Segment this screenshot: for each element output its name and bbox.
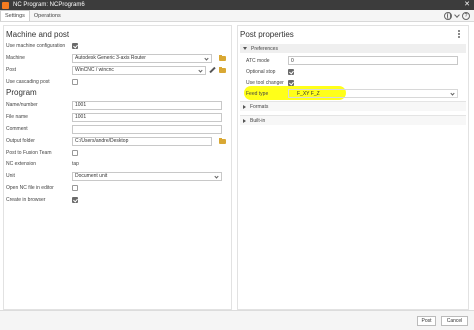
tab-operations[interactable]: Operations (30, 10, 65, 21)
output-folder-input[interactable]: C:/Users/andre/Desktop (72, 136, 212, 146)
machine-select[interactable]: Autodesk Generic 3-axis Router (72, 53, 212, 63)
formats-label: Formats (250, 103, 269, 110)
optional-stop-row: Optional stop (246, 67, 462, 76)
chevron-down-icon[interactable] (454, 11, 460, 18)
file-name-input[interactable]: 1001 (72, 112, 222, 122)
file-name-label: File name (6, 114, 28, 120)
open-nc-editor-row: Open NC file in editor (6, 183, 230, 193)
close-icon[interactable]: ✕ (464, 0, 470, 10)
tab-bar-tools: ? (444, 10, 470, 21)
preferences-group-header[interactable]: Preferences (240, 44, 466, 53)
machine-label: Machine (6, 55, 25, 61)
expand-down-icon (243, 47, 247, 50)
post-select[interactable]: WinCNC / wincnc (72, 65, 206, 75)
nc-extension-row: NC extension tap (6, 159, 230, 169)
use-machine-config-row: Use machine configuration (6, 41, 230, 51)
use-tool-changer-checkbox[interactable] (288, 79, 294, 86)
dialog-footer: Post Cancel (0, 310, 474, 330)
use-machine-config-checkbox[interactable] (72, 43, 78, 49)
title-bar: NC Program: NCProgram6 ✕ (0, 0, 474, 10)
name-number-row: Name/number 1001 (6, 100, 230, 110)
post-properties-panel: Post properties Preferences ATC mode 0 O… (237, 25, 469, 310)
expand-right-icon (243, 118, 246, 123)
folder-icon[interactable] (219, 66, 226, 73)
atc-mode-row: ATC mode 0 (246, 56, 462, 65)
globe-icon[interactable] (444, 11, 452, 20)
folder-icon[interactable] (219, 137, 226, 144)
help-icon[interactable]: ? (462, 11, 470, 20)
fusion-logo-icon (2, 1, 9, 9)
post-properties-heading: Post properties (240, 30, 294, 39)
machine-row: Machine Autodesk Generic 3-axis Router (6, 53, 230, 63)
unit-row: Unit Document unit (6, 171, 230, 181)
atc-mode-input[interactable]: 0 (288, 56, 458, 65)
use-cascading-post-label: Use cascading post (6, 79, 50, 85)
builtin-label: Built-in (250, 117, 266, 124)
post-row: Post WinCNC / wincnc (6, 65, 230, 75)
window-title: NC Program: NCProgram6 (13, 2, 85, 8)
name-number-label: Name/number (6, 102, 38, 108)
comment-input[interactable] (72, 124, 222, 134)
name-number-input[interactable]: 1001 (72, 100, 222, 110)
output-folder-row: Output folder C:/Users/andre/Desktop (6, 136, 230, 146)
nc-extension-label: NC extension (6, 161, 37, 167)
use-cascading-post-checkbox[interactable] (72, 79, 78, 85)
formats-group-header[interactable]: Formats (240, 101, 466, 111)
machine-and-post-heading: Machine and post (6, 30, 70, 39)
post-button[interactable]: Post (417, 316, 436, 326)
comment-row: Comment (6, 124, 230, 134)
feed-type-value: F_XY F_Z (297, 90, 320, 97)
create-browser-row: Create in browser (6, 195, 230, 205)
atc-mode-label: ATC mode (246, 57, 270, 64)
folder-icon[interactable] (219, 54, 226, 61)
preferences-label: Preferences (251, 45, 278, 52)
create-browser-label: Create in browser (6, 197, 46, 203)
post-label: Post (6, 67, 17, 73)
unit-label: Unit (6, 173, 15, 179)
feed-type-label: Feed type (246, 90, 269, 97)
open-nc-editor-label: Open NC file in editor (6, 185, 54, 191)
use-tool-changer-label: Use tool changer (246, 79, 284, 86)
unit-select[interactable]: Document unit (72, 171, 222, 181)
tab-settings[interactable]: Settings (0, 10, 30, 21)
file-name-row: File name 1001 (6, 112, 230, 122)
feed-type-row: Feed type F_XY F_Z (246, 89, 462, 98)
create-browser-checkbox[interactable] (72, 197, 78, 203)
optional-stop-label: Optional stop (246, 68, 276, 75)
program-heading: Program (6, 88, 37, 97)
settings-panel: Machine and post Use machine configurati… (3, 25, 232, 310)
use-cascading-post-row: Use cascading post (6, 77, 230, 87)
comment-label: Comment (6, 126, 28, 132)
post-fusion-team-row: Post to Fusion Team (6, 148, 230, 158)
feed-type-select[interactable]: F_XY F_Z (288, 89, 458, 98)
more-options-icon[interactable] (458, 30, 460, 38)
open-nc-editor-checkbox[interactable] (72, 185, 78, 191)
builtin-group-header[interactable]: Built-in (240, 115, 466, 125)
nc-extension-value: tap (72, 161, 79, 167)
pencil-icon[interactable] (209, 66, 216, 74)
optional-stop-checkbox[interactable] (288, 68, 294, 75)
post-fusion-team-label: Post to Fusion Team (6, 150, 52, 156)
tab-bar: Settings Operations ? (0, 10, 474, 22)
post-fusion-team-checkbox[interactable] (72, 150, 78, 156)
cancel-button[interactable]: Cancel (441, 316, 468, 326)
use-machine-config-label: Use machine configuration (6, 43, 66, 49)
expand-right-icon (243, 104, 246, 109)
output-folder-label: Output folder (6, 138, 35, 144)
